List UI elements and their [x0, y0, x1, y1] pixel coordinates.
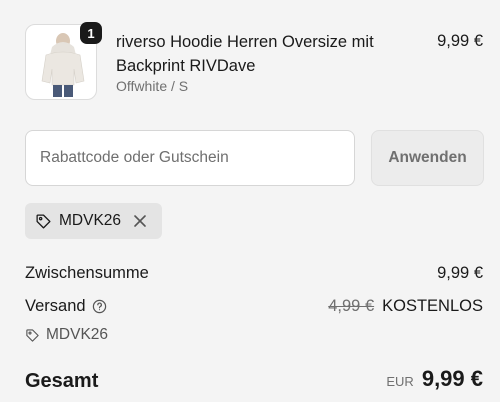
discount-code-input[interactable]: [25, 130, 355, 186]
currency-code: EUR: [386, 374, 414, 389]
shipping-label: Versand: [25, 297, 86, 315]
apply-discount-button[interactable]: Anwenden: [371, 130, 484, 186]
shipping-values: 4,99 € KOSTENLOS: [328, 297, 483, 316]
product-title: riverso Hoodie Herren Oversize mit Backp…: [116, 33, 374, 75]
product-variant: Offwhite / S: [116, 78, 189, 94]
tag-icon: [35, 213, 52, 230]
question-icon[interactable]: [92, 299, 107, 314]
shipping-old-price: 4,99 €: [328, 297, 375, 315]
close-icon[interactable]: [133, 214, 147, 228]
quantity-badge: 1: [80, 22, 102, 44]
total-amount: 9,99 €: [421, 366, 483, 391]
applied-discount-code: MDVK26: [59, 212, 122, 229]
shipping-discount-code: MDVK26: [25, 326, 108, 344]
applied-discount-chip: MDVK26: [25, 203, 162, 239]
total-label: Gesamt: [25, 370, 99, 392]
subtotal-label: Zwischensumme: [25, 264, 149, 282]
shipping-row: Versand: [25, 297, 107, 316]
shipping-code-text: MDVK26: [46, 326, 109, 343]
shipping-new-price: KOSTENLOS: [382, 297, 483, 315]
tag-icon: [25, 328, 40, 343]
subtotal-value: 9,99 €: [437, 264, 483, 282]
product-price: 9,99 €: [437, 32, 483, 50]
total-values: EUR 9,99 €: [386, 366, 483, 392]
